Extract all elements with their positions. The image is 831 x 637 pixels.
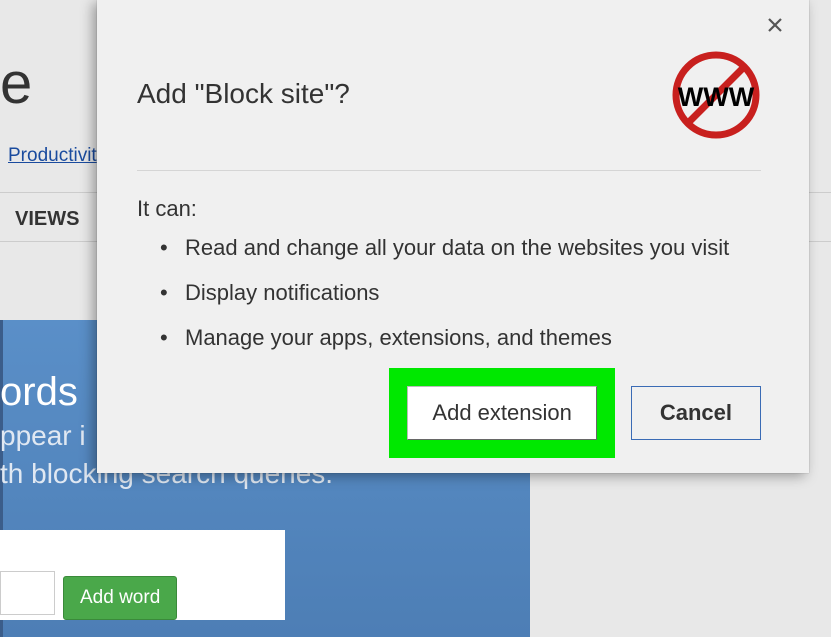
add-extension-button[interactable]: Add extension [407, 386, 596, 440]
category-link[interactable]: Productivit [8, 145, 97, 167]
extension-install-dialog: Add "Block site"? WWW It can: Read and c… [97, 0, 809, 473]
page-title-fragment: e [0, 50, 32, 117]
dialog-title: Add "Block site"? [137, 78, 350, 110]
permission-item: Read and change all your data on the web… [157, 235, 729, 261]
promo-text-line1: ords [0, 370, 78, 415]
tab-views[interactable]: VIEWS [0, 203, 94, 236]
close-icon [767, 17, 783, 33]
promo-text-line2: ppear i [0, 420, 86, 452]
add-word-button[interactable]: Add word [63, 576, 177, 620]
extension-icon: WWW [671, 50, 761, 140]
dialog-button-row: Add extension Cancel [389, 368, 761, 458]
permissions-list: Read and change all your data on the web… [157, 235, 729, 370]
permission-item: Display notifications [157, 280, 729, 306]
divider [137, 170, 761, 171]
svg-text:WWW: WWW [678, 82, 755, 112]
cancel-button[interactable]: Cancel [631, 386, 761, 440]
close-button[interactable] [763, 14, 787, 38]
permissions-subtitle: It can: [137, 196, 197, 222]
input-panel: Add word [0, 530, 285, 620]
word-input[interactable] [0, 571, 55, 615]
highlight-annotation: Add extension [389, 368, 614, 458]
permission-item: Manage your apps, extensions, and themes [157, 325, 729, 351]
